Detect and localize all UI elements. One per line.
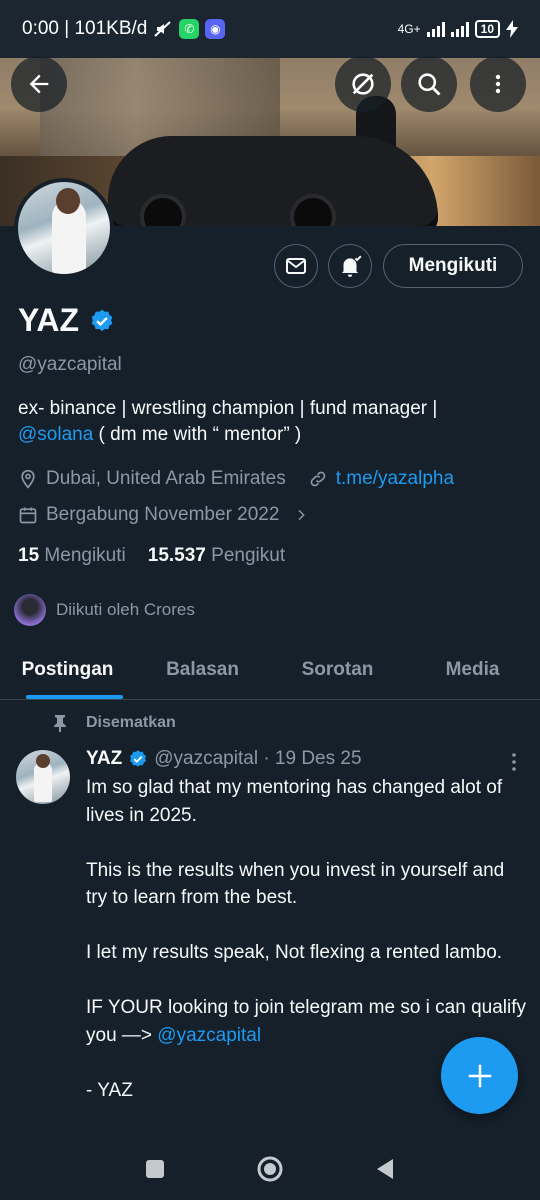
search-icon bbox=[418, 73, 441, 96]
grok-button[interactable] bbox=[335, 56, 391, 112]
more-vertical-icon bbox=[512, 753, 516, 771]
signal-icon bbox=[426, 21, 445, 37]
bio-text-2: ( dm me with “ mentor” ) bbox=[93, 424, 302, 445]
following-label: Mengikuti bbox=[44, 545, 126, 566]
profile-website-link[interactable]: t.me/yazalpha bbox=[336, 468, 454, 490]
status-time: 0:00 | 101KB/d bbox=[22, 18, 148, 39]
envelope-icon bbox=[286, 258, 306, 274]
following-count: 15 bbox=[18, 545, 40, 566]
location-icon bbox=[21, 469, 35, 489]
discord-icon: ◉ bbox=[205, 19, 226, 39]
profile-tabs: Postingan Balasan Sorotan Media bbox=[0, 640, 540, 700]
profile-handle: @yazcapital bbox=[18, 354, 122, 375]
pinned-label: Disematkan bbox=[86, 714, 176, 731]
link-icon bbox=[310, 471, 326, 487]
whatsapp-icon: ✆ bbox=[179, 19, 200, 39]
home-button[interactable] bbox=[256, 1155, 284, 1183]
tab-posts[interactable]: Postingan bbox=[0, 640, 135, 699]
profile-joined: Bergabung November 2022 bbox=[46, 504, 280, 525]
profile-avatar[interactable] bbox=[14, 178, 114, 278]
post-avatar[interactable] bbox=[16, 750, 70, 804]
network-label: 4G+ bbox=[397, 22, 421, 36]
more-vertical-icon bbox=[495, 74, 501, 94]
verified-badge-icon[interactable] bbox=[89, 308, 115, 334]
notification-button[interactable] bbox=[328, 244, 372, 288]
bio-text: ex- binance | wrestling champion | fund … bbox=[18, 398, 438, 419]
back-arrow-icon bbox=[29, 74, 49, 94]
battery-icon: 10 bbox=[474, 20, 500, 38]
post-paragraph-text: IF YOUR looking to join telegram me so i… bbox=[86, 997, 527, 1046]
followed-by-text: Diikuti oleh Crores bbox=[56, 600, 195, 619]
tab-replies[interactable]: Balasan bbox=[135, 640, 270, 699]
more-button[interactable] bbox=[470, 56, 526, 112]
signal-icon-2 bbox=[450, 21, 469, 37]
post-handle-date: @yazcapital · 19 Des 25 bbox=[154, 748, 362, 769]
profile-name-row: YAZ bbox=[18, 302, 115, 339]
charging-icon bbox=[506, 20, 518, 38]
verified-badge-icon bbox=[130, 750, 147, 767]
calendar-icon bbox=[19, 507, 37, 524]
post-paragraph: I let my results speak, Not flexing a re… bbox=[86, 942, 503, 963]
post-author[interactable]: YAZ bbox=[86, 748, 122, 770]
grok-icon bbox=[352, 73, 374, 95]
pinned-label-row: Disematkan bbox=[52, 714, 176, 732]
following-count-link[interactable]: 15 Mengikuti bbox=[18, 545, 126, 567]
back-nav-button[interactable] bbox=[374, 1157, 396, 1181]
recent-apps-button[interactable] bbox=[144, 1158, 166, 1180]
profile-meta-row: Dubai, United Arab Emirates t.me/yazalph… bbox=[18, 468, 454, 490]
profile-name: YAZ bbox=[18, 302, 80, 338]
chevron-right-icon bbox=[298, 509, 306, 521]
compose-button[interactable] bbox=[441, 1037, 518, 1114]
post-mention-link[interactable]: @yazcapital bbox=[157, 1025, 261, 1046]
followed-by-row[interactable]: Diikuti oleh Crores bbox=[14, 594, 195, 626]
message-button[interactable] bbox=[274, 244, 318, 288]
follow-counts: 15 Mengikuti 15.537 Pengikut bbox=[18, 545, 285, 567]
post-header: YAZ @yazcapital · 19 Des 25 bbox=[86, 748, 362, 770]
tab-highlights[interactable]: Sorotan bbox=[270, 640, 405, 699]
following-button[interactable]: Mengikuti bbox=[383, 244, 523, 288]
followers-count: 15.537 bbox=[147, 545, 206, 566]
pin-icon bbox=[54, 715, 66, 732]
status-bar: 0:00 | 101KB/d ✆ ◉ 4G+ 10 bbox=[0, 0, 540, 58]
search-button[interactable] bbox=[401, 56, 457, 112]
profile-bio: ex- binance | wrestling champion | fund … bbox=[18, 396, 518, 448]
tab-media[interactable]: Media bbox=[405, 640, 540, 699]
bio-mention-link[interactable]: @solana bbox=[18, 424, 93, 445]
plus-icon bbox=[468, 1064, 491, 1087]
post-paragraph: Im so glad that my mentoring has changed… bbox=[86, 777, 503, 826]
mute-icon bbox=[154, 21, 172, 37]
profile-joined-row[interactable]: Bergabung November 2022 bbox=[18, 504, 309, 526]
follower-avatar bbox=[14, 594, 46, 626]
followers-count-link[interactable]: 15.537 Pengikut bbox=[148, 545, 285, 567]
followers-label: Pengikut bbox=[211, 545, 286, 566]
back-button[interactable] bbox=[11, 56, 67, 112]
profile-location: Dubai, United Arab Emirates bbox=[46, 468, 286, 489]
post-paragraph: This is the results when you invest in y… bbox=[86, 859, 505, 909]
system-nav-bar bbox=[0, 1138, 540, 1200]
bell-check-icon bbox=[341, 255, 362, 277]
